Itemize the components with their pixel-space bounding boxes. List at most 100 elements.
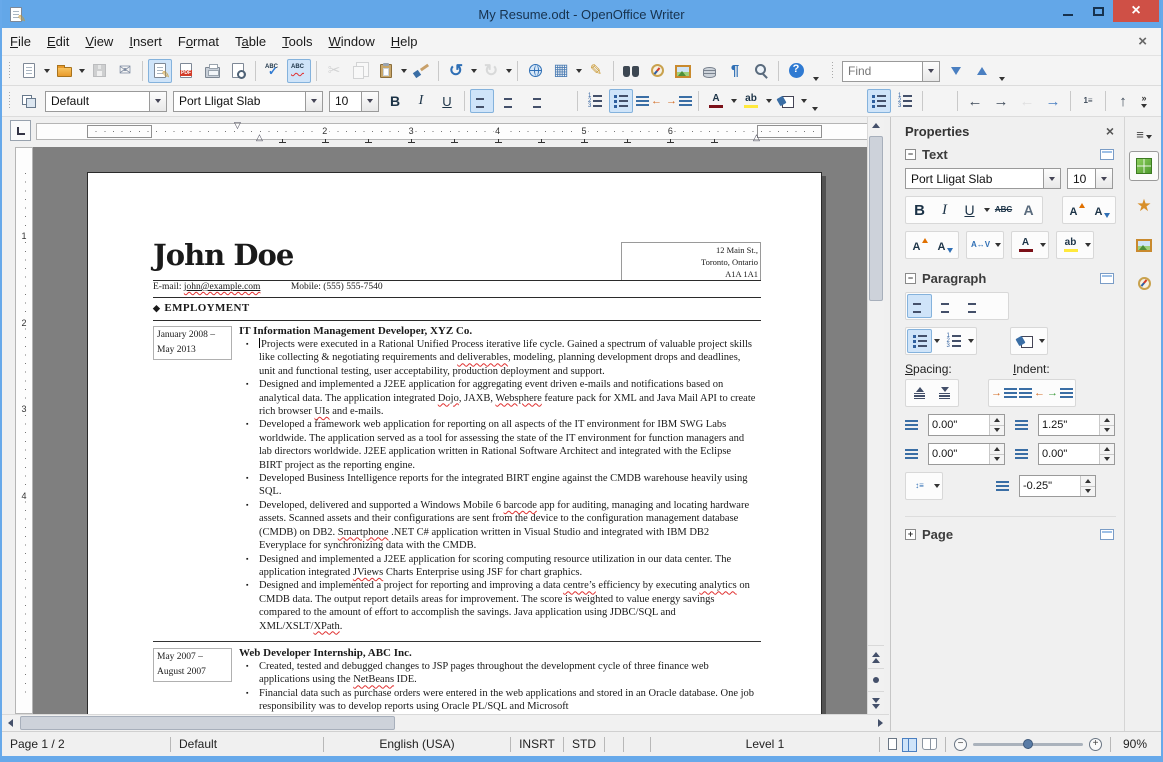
- font-color-dropdown-icon[interactable]: [729, 89, 738, 113]
- insert-mode[interactable]: INSRT: [511, 737, 563, 751]
- font-name-combo[interactable]: Port Lligat Slab: [173, 90, 323, 112]
- edit-file-button[interactable]: [148, 58, 172, 83]
- line-spacing-button[interactable]: ↕≡: [907, 474, 932, 498]
- find-input[interactable]: Find: [842, 60, 940, 82]
- zoom-in-icon[interactable]: +: [1089, 737, 1102, 751]
- new-document-dropdown-icon[interactable]: [42, 59, 51, 83]
- numbered-list-button[interactable]: 123: [941, 329, 966, 353]
- promote-with-subpoints-button[interactable]: ←: [1015, 89, 1039, 113]
- superscript-button[interactable]: A: [907, 233, 932, 257]
- horizontal-scroll-thumb[interactable]: [20, 716, 395, 730]
- text-dialog-launcher-icon[interactable]: [1100, 149, 1114, 160]
- menu-view[interactable]: View: [77, 30, 121, 53]
- vertical-scroll-thumb[interactable]: [869, 136, 883, 301]
- close-button[interactable]: ×: [1113, 0, 1159, 22]
- print-file-button[interactable]: [200, 59, 224, 83]
- maximize-button[interactable]: [1083, 0, 1113, 22]
- undo-button[interactable]: ↺: [444, 59, 468, 83]
- highlighting-button[interactable]: ab: [1058, 233, 1083, 257]
- document-close-icon[interactable]: ×: [1138, 33, 1147, 50]
- single-page-view-icon[interactable]: [888, 738, 897, 750]
- find-and-replace-button[interactable]: [619, 59, 643, 83]
- format-paintbrush-button[interactable]: [409, 59, 433, 83]
- menu-tools[interactable]: Tools: [274, 30, 320, 53]
- move-up-button[interactable]: ↑: [1111, 89, 1135, 113]
- first-line-indent-marker[interactable]: ▽: [234, 121, 241, 130]
- menu-edit[interactable]: Edit: [39, 30, 77, 53]
- page-indicator[interactable]: Page 1 / 2: [2, 737, 170, 751]
- font-name-combo[interactable]: Port Lligat Slab: [905, 168, 1061, 189]
- demote-with-subpoints-button[interactable]: →: [1041, 89, 1065, 113]
- restart-numbering-button[interactable]: 1≡: [1076, 89, 1100, 113]
- find-next-button[interactable]: [944, 59, 968, 83]
- decrease-indent-button[interactable]: ←: [635, 89, 663, 113]
- underline-button[interactable]: U: [435, 89, 459, 113]
- help-button[interactable]: [784, 59, 808, 83]
- hyperlink-button[interactable]: [523, 59, 547, 83]
- horizontal-ruler[interactable]: 2 3 4 5 6 ▽ △ △: [2, 117, 889, 147]
- collapse-text-section-icon[interactable]: −: [905, 149, 916, 160]
- paste-button[interactable]: [374, 59, 398, 83]
- increase-indent-button[interactable]: →: [665, 89, 693, 113]
- menu-insert[interactable]: Insert: [121, 30, 170, 53]
- data-sources-button[interactable]: [697, 59, 721, 83]
- tab-styles[interactable]: ★: [1129, 190, 1159, 220]
- background-color-button[interactable]: [774, 89, 798, 113]
- zoom-button[interactable]: [749, 59, 773, 83]
- scroll-up-button[interactable]: [868, 117, 884, 134]
- demote-one-level-button[interactable]: →: [989, 89, 1013, 113]
- menu-file[interactable]: File: [2, 30, 39, 53]
- align-left-button[interactable]: [907, 294, 932, 318]
- multi-page-view-icon[interactable]: [902, 738, 917, 752]
- character-spacing-dropdown-icon[interactable]: [993, 233, 1002, 257]
- menu-window[interactable]: Window: [321, 30, 383, 53]
- align-center-button[interactable]: [932, 294, 957, 318]
- bullet-list-dropdown-icon[interactable]: [932, 329, 941, 353]
- insert-unnumbered-entry-button[interactable]: [928, 89, 952, 113]
- spacing-above-field[interactable]: 0.00": [928, 414, 1005, 436]
- zoom-out-icon[interactable]: −: [954, 737, 967, 751]
- redo-dropdown-icon[interactable]: [504, 59, 513, 83]
- font-color-button[interactable]: A: [704, 89, 728, 113]
- spelling-button[interactable]: [261, 59, 285, 83]
- indent-after-field[interactable]: 0.00": [1038, 443, 1115, 465]
- italic-button[interactable]: I: [409, 89, 433, 113]
- zoom-level[interactable]: 90%: [1111, 737, 1155, 751]
- tab-type-selector[interactable]: [10, 120, 31, 141]
- paragraph-style-combo[interactable]: Default: [45, 90, 167, 112]
- toolbar-overflow-icon[interactable]: [995, 59, 1009, 83]
- indent-marker[interactable]: △: [753, 133, 760, 142]
- combo-dropdown-icon[interactable]: [149, 91, 166, 111]
- align-right-button[interactable]: [522, 89, 546, 113]
- underline-dropdown-icon[interactable]: [982, 198, 991, 222]
- numbered-list-button[interactable]: 123: [583, 89, 607, 113]
- indent-before-field[interactable]: 1.25": [1038, 414, 1115, 436]
- scroll-right-button[interactable]: [872, 715, 889, 731]
- book-view-icon[interactable]: [922, 738, 937, 750]
- document-canvas[interactable]: John Doe 12 Main St., Toronto, Ontario A1A…: [2, 147, 871, 714]
- language[interactable]: English (USA): [324, 737, 510, 751]
- zoom-slider-thumb[interactable]: [1022, 738, 1033, 749]
- zoom-slider[interactable]: [973, 738, 1083, 749]
- horizontal-scrollbar[interactable]: [2, 714, 889, 731]
- navigation-button[interactable]: [868, 668, 884, 691]
- navigator-button[interactable]: [645, 59, 669, 83]
- new-document-button[interactable]: [17, 59, 41, 83]
- email-link[interactable]: john@example.com: [184, 282, 261, 292]
- toolbar-overflow-icon[interactable]: [809, 59, 823, 83]
- draw-functions-button[interactable]: ✎: [584, 59, 608, 83]
- bullet-list-button[interactable]: [867, 89, 891, 113]
- tab-gallery[interactable]: [1129, 229, 1159, 259]
- tab-properties[interactable]: [1129, 151, 1159, 181]
- highlighting-dropdown-icon[interactable]: [764, 89, 773, 113]
- paste-dropdown-icon[interactable]: [399, 59, 408, 83]
- expand-page-section-icon[interactable]: +: [905, 529, 916, 540]
- toolbar-grip[interactable]: [7, 61, 12, 80]
- font-size-combo[interactable]: 10: [1067, 168, 1113, 189]
- align-justify-button[interactable]: [982, 294, 1007, 318]
- highlighting-dropdown-icon[interactable]: [1083, 233, 1092, 257]
- table-dropdown-icon[interactable]: [574, 59, 583, 83]
- strikethrough-button[interactable]: ABC: [991, 198, 1016, 222]
- character-spacing-button[interactable]: A↔V: [968, 233, 993, 257]
- tab-navigator[interactable]: [1129, 268, 1159, 298]
